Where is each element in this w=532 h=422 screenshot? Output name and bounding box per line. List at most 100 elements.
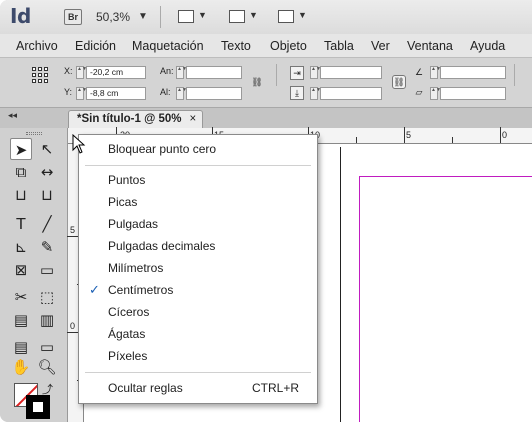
zoom-tool-icon[interactable]: 🔍︎ xyxy=(36,356,58,378)
rectangle-tool-icon[interactable]: ▭ xyxy=(36,259,58,281)
line-tool-icon[interactable]: ╱ xyxy=(36,213,58,235)
height-field[interactable] xyxy=(186,87,242,100)
menu-item-inches-decimal[interactable]: Pulgadas decimales xyxy=(79,235,317,257)
stroke-swatch-inner xyxy=(32,401,44,413)
scale-y-spinner[interactable]: ▲▼ xyxy=(310,87,321,100)
arrange-documents-button[interactable]: ▼ xyxy=(278,9,308,25)
pencil-tool-icon[interactable]: ✎ xyxy=(36,236,58,258)
y-spinner[interactable]: ▲▼ xyxy=(76,87,87,100)
menu-ayuda[interactable]: Ayuda xyxy=(470,39,505,53)
free-transform-tool-icon[interactable]: ⬚ xyxy=(36,286,58,308)
menu-item-inches[interactable]: Pulgadas xyxy=(79,213,317,235)
ruler-label: 0 xyxy=(70,321,76,331)
control-panel: X: ▲▼ -20,2 cm Y: ▲▼ -8,8 cm An: ▲▼ Al: … xyxy=(0,58,532,108)
menu-item-label: Bloquear punto cero xyxy=(108,142,217,156)
width-spinner[interactable]: ▲▼ xyxy=(176,66,187,79)
zoom-level[interactable]: 50,3% xyxy=(96,10,130,24)
menu-item-points[interactable]: Puntos xyxy=(79,169,317,191)
scale-x-icon: ⇥ xyxy=(290,66,304,80)
menu-objeto[interactable]: Objeto xyxy=(270,39,307,53)
bridge-button[interactable]: Br xyxy=(64,9,82,25)
menu-item-label: Píxeles xyxy=(108,349,148,363)
reference-point-icon[interactable] xyxy=(32,67,48,83)
x-position-field[interactable]: -20,2 cm xyxy=(86,66,146,79)
shear-spinner[interactable]: ▲▼ xyxy=(430,87,441,100)
menu-archivo[interactable]: Archivo xyxy=(16,39,58,53)
view-options-button[interactable]: ▼ xyxy=(178,9,208,25)
shear-angle-icon: ▱ xyxy=(415,87,423,97)
fill-stroke-swatches[interactable]: ⤴ xyxy=(14,383,54,422)
panel-grip[interactable] xyxy=(26,132,42,135)
chevron-down-icon: ▼ xyxy=(249,10,258,20)
measure-tool-icon[interactable]: ▭ xyxy=(36,336,58,358)
menu-texto[interactable]: Texto xyxy=(221,39,251,53)
note-tool-icon[interactable]: ▤ xyxy=(10,336,32,358)
menu-bar: Archivo Edición Maquetación Texto Objeto… xyxy=(0,34,532,58)
menu-ver[interactable]: Ver xyxy=(371,39,390,53)
rectangle-frame-tool-icon[interactable]: ⊠ xyxy=(10,259,32,281)
scissors-tool-icon[interactable]: ✂ xyxy=(10,286,32,308)
screen-mode-button[interactable]: ▼ xyxy=(229,9,259,25)
menu-ventana[interactable]: Ventana xyxy=(407,39,453,53)
ruler-tick xyxy=(404,127,405,143)
chevron-down-icon: ▼ xyxy=(298,10,307,20)
height-spinner[interactable]: ▲▼ xyxy=(176,87,187,100)
menu-item-hide-rulers[interactable]: Ocultar reglas CTRL+R xyxy=(79,377,317,399)
rotation-angle-icon: ∠ xyxy=(414,67,424,77)
application-bar: Id Br 50,3% ▼ ▼ ▼ ▼ xyxy=(0,0,532,34)
menu-item-label: Cíceros xyxy=(108,305,150,319)
pen-tool-icon[interactable]: ⊾ xyxy=(10,236,32,258)
content-placer-icon[interactable]: ⊔ xyxy=(36,184,58,206)
rotation-field[interactable] xyxy=(440,66,506,79)
page-tool-icon[interactable]: ⧉ xyxy=(10,161,32,183)
scale-y-field[interactable] xyxy=(320,87,382,100)
swap-fill-stroke-icon[interactable]: ⤴ xyxy=(42,381,53,397)
control-divider xyxy=(276,64,277,86)
view-options-icon xyxy=(178,10,194,23)
menu-item-picas[interactable]: Picas xyxy=(79,191,317,213)
type-tool-icon[interactable]: T xyxy=(10,213,32,235)
ruler-tick xyxy=(500,127,501,143)
menu-item-lock-zero-point[interactable]: Bloquear punto cero xyxy=(79,138,317,160)
menu-item-ciceros[interactable]: Cíceros xyxy=(79,301,317,323)
content-collector-icon[interactable]: ⊔ xyxy=(10,184,32,206)
menu-tabla[interactable]: Tabla xyxy=(324,39,354,53)
constrain-scale-icon[interactable]: ⛓ xyxy=(392,75,406,89)
direct-selection-tool-icon[interactable]: ↖ xyxy=(36,138,58,160)
y-label: Y: xyxy=(64,87,73,97)
scale-y-icon: ⤓ xyxy=(290,86,304,100)
ruler-units-context-menu: Bloquear punto cero Puntos Picas Pulgada… xyxy=(78,134,318,404)
menu-edicion[interactable]: Edición xyxy=(75,39,116,53)
scale-x-field[interactable] xyxy=(320,66,382,79)
selection-tool-icon[interactable]: ➤ xyxy=(10,138,32,160)
ruler-label: 5 xyxy=(406,130,412,140)
indesign-window: Id Br 50,3% ▼ ▼ ▼ ▼ Archivo Edición Maqu… xyxy=(0,0,532,422)
menu-item-label: Picas xyxy=(108,195,138,209)
gap-tool-icon[interactable]: ↔ xyxy=(36,161,58,183)
menu-item-agates[interactable]: Ágatas xyxy=(79,323,317,345)
collapse-panel-icon[interactable]: ◂◂ xyxy=(8,110,17,121)
gradient-swatch-tool-icon[interactable]: ▤ xyxy=(10,309,32,331)
checkmark-icon: ✓ xyxy=(89,282,100,297)
x-spinner[interactable]: ▲▼ xyxy=(76,66,87,79)
gradient-feather-tool-icon[interactable]: ▥ xyxy=(36,309,58,331)
menu-item-label: Pulgadas xyxy=(108,217,159,231)
menu-item-millimeters[interactable]: Milímetros xyxy=(79,257,317,279)
hand-tool-icon[interactable]: ✋ xyxy=(10,356,32,378)
shear-field[interactable] xyxy=(440,87,506,100)
scale-x-spinner[interactable]: ▲▼ xyxy=(310,66,321,79)
ruler-tick xyxy=(452,137,453,143)
stroke-swatch[interactable] xyxy=(26,395,50,419)
document-tab[interactable]: *Sin título-1 @ 50% × xyxy=(68,110,203,128)
menu-maquetacion[interactable]: Maquetación xyxy=(132,39,204,53)
rotation-spinner[interactable]: ▲▼ xyxy=(430,66,441,79)
width-field[interactable] xyxy=(186,66,242,79)
chevron-down-icon: ▼ xyxy=(198,10,207,20)
constrain-proportions-icon[interactable]: ⛓ xyxy=(250,76,264,90)
menu-item-label: Ocultar reglas xyxy=(108,381,183,395)
zoom-dropdown-icon[interactable]: ▼ xyxy=(138,11,148,22)
menu-item-pixels[interactable]: Píxeles xyxy=(79,345,317,367)
close-tab-icon[interactable]: × xyxy=(190,113,197,125)
menu-item-centimeters[interactable]: ✓ Centímetros xyxy=(79,279,317,301)
y-position-field[interactable]: -8,8 cm xyxy=(86,87,146,100)
